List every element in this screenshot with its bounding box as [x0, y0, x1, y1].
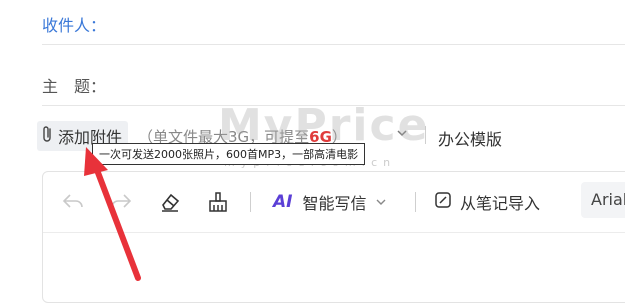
font-family-select[interactable]: Arial	[581, 182, 625, 218]
toolbar-divider	[425, 126, 426, 144]
toolbar-divider	[250, 192, 251, 212]
subject-label: 主 题：	[42, 77, 107, 96]
editor-toolbar: AI 智能写信 从笔记导入 Arial	[43, 172, 625, 233]
import-from-notes-label: 从笔记导入	[460, 194, 541, 213]
eraser-icon[interactable]	[159, 191, 181, 217]
ai-write-label: 智能写信	[302, 194, 367, 213]
office-template-link[interactable]: 办公模版	[438, 126, 502, 150]
paperclip-icon	[41, 125, 58, 147]
note-import-icon	[434, 191, 452, 213]
ai-write-button[interactable]: AI 智能写信	[273, 190, 387, 214]
undo-icon[interactable]	[61, 191, 85, 215]
chevron-down-icon	[375, 193, 387, 212]
attachment-tooltip: 一次可发送2000张照片，600首MP3，一部高清电影	[92, 143, 366, 165]
redo-icon[interactable]	[109, 191, 133, 215]
chevron-down-icon[interactable]	[395, 125, 409, 144]
mail-editor[interactable]: AI 智能写信 从笔记导入 Arial	[42, 171, 625, 303]
recipient-label: 收件人：	[42, 16, 107, 35]
ai-badge: AI	[273, 192, 293, 212]
recipient-divider	[42, 44, 625, 45]
subject-divider	[42, 105, 625, 106]
toolbar-divider	[415, 192, 416, 212]
import-from-notes-button[interactable]: 从笔记导入	[434, 190, 540, 214]
format-brush-icon[interactable]	[207, 191, 229, 217]
